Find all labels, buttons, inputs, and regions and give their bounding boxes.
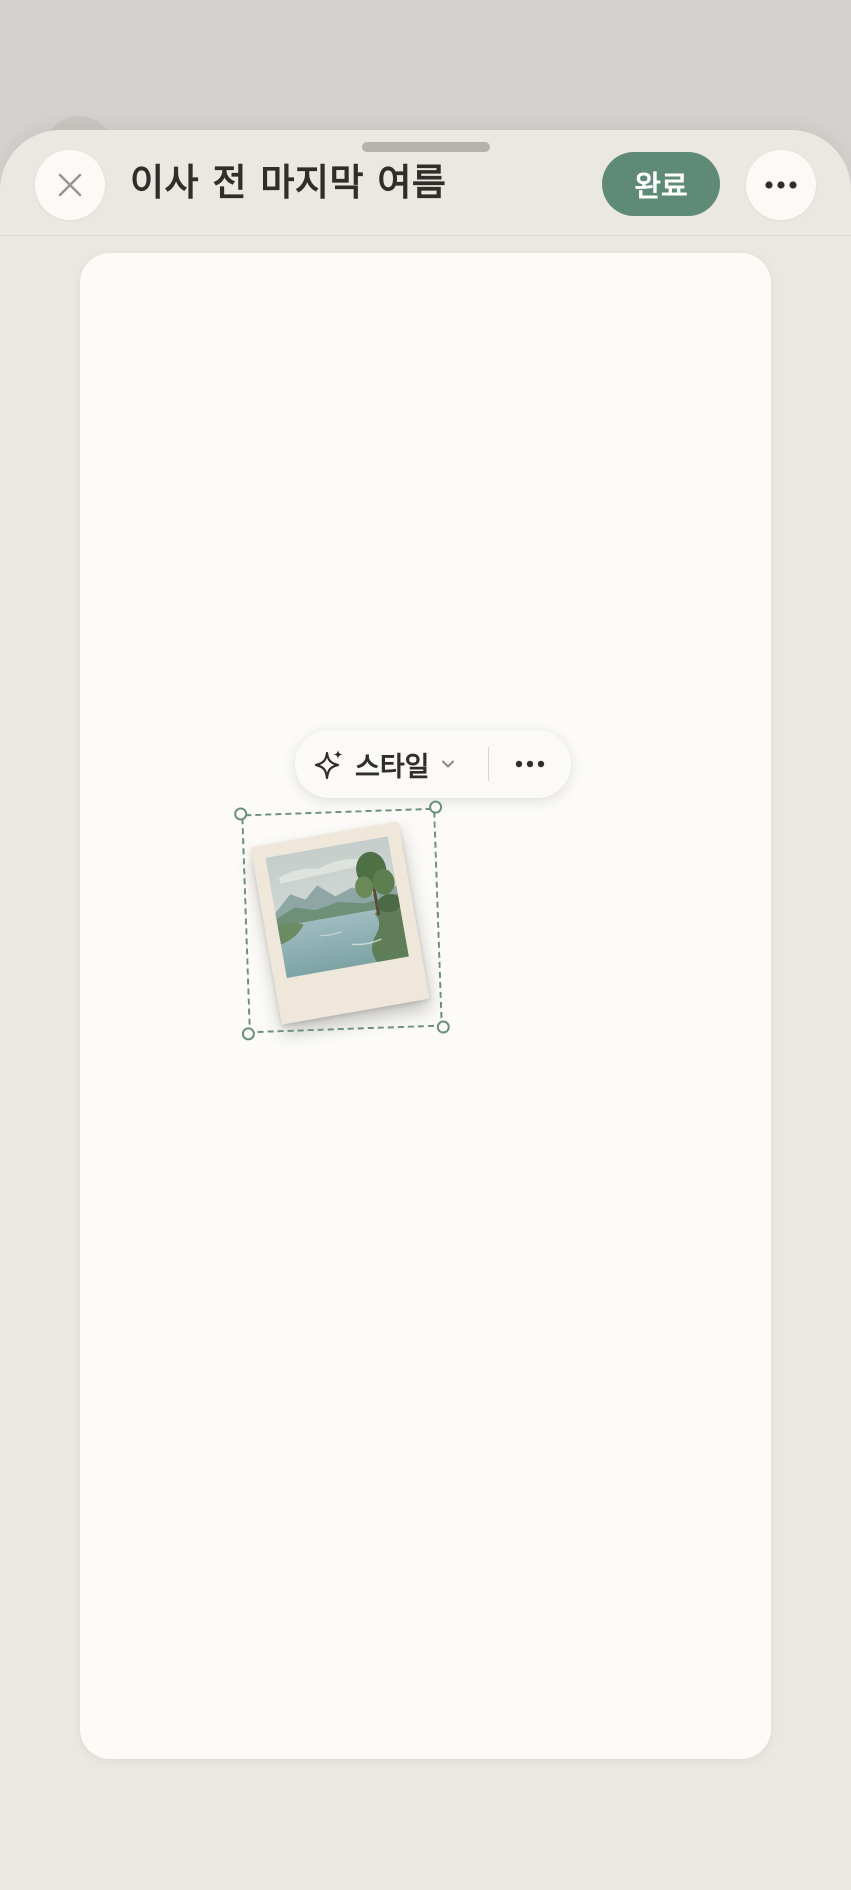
done-button[interactable]: 완료: [602, 152, 720, 216]
close-button[interactable]: [35, 150, 105, 220]
more-icon: [515, 760, 545, 768]
sparkles-icon: [314, 750, 343, 780]
toolbar-divider: [488, 747, 489, 781]
close-icon: [58, 173, 82, 197]
chevron-down-icon: [441, 760, 454, 768]
element-toolbar: 스타일: [295, 730, 571, 798]
style-label: 스타일: [355, 751, 430, 783]
header-divider: [0, 235, 851, 236]
page-title: 이사 전 마지막 여름: [130, 161, 447, 204]
element-more-button[interactable]: [501, 730, 559, 798]
more-icon: [765, 181, 797, 189]
sheet-grabber[interactable]: [362, 142, 490, 152]
style-button[interactable]: 스타일: [313, 730, 483, 798]
selection-frame[interactable]: [233, 800, 451, 1041]
selection-border: [241, 807, 443, 1034]
more-button[interactable]: [746, 150, 816, 220]
